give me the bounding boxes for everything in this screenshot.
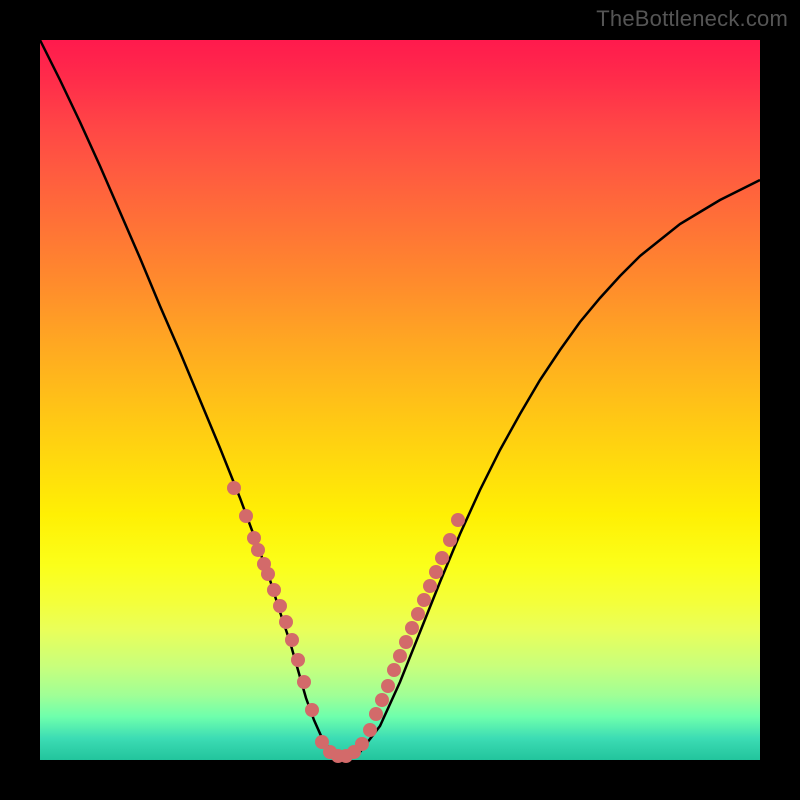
highlight-dot xyxy=(399,635,413,649)
highlight-dot xyxy=(355,737,369,751)
highlight-dot xyxy=(305,703,319,717)
plot-area xyxy=(40,40,760,760)
chart-svg xyxy=(40,40,760,760)
watermark-text: TheBottleneck.com xyxy=(596,6,788,32)
highlight-dot xyxy=(393,649,407,663)
highlight-dot xyxy=(285,633,299,647)
highlight-dot xyxy=(227,481,241,495)
highlight-dot xyxy=(279,615,293,629)
highlight-dot xyxy=(369,707,383,721)
highlight-dot xyxy=(247,531,261,545)
highlight-dots-bottom xyxy=(315,723,377,763)
highlight-dot xyxy=(411,607,425,621)
highlight-dot xyxy=(251,543,265,557)
chart-frame: TheBottleneck.com xyxy=(0,0,800,800)
highlight-dot xyxy=(435,551,449,565)
highlight-dot xyxy=(273,599,287,613)
highlight-dot xyxy=(375,693,389,707)
highlight-dots-right xyxy=(369,513,465,721)
highlight-dot xyxy=(443,533,457,547)
bottleneck-curve xyxy=(40,40,760,756)
highlight-dot xyxy=(363,723,377,737)
highlight-dot xyxy=(405,621,419,635)
highlight-dot xyxy=(239,509,253,523)
highlight-dot xyxy=(291,653,305,667)
highlight-dot xyxy=(423,579,437,593)
highlight-dot xyxy=(417,593,431,607)
highlight-dot xyxy=(267,583,281,597)
highlight-dots-left xyxy=(227,481,319,717)
highlight-dot xyxy=(261,567,275,581)
highlight-dot xyxy=(297,675,311,689)
highlight-dot xyxy=(451,513,465,527)
highlight-dot xyxy=(429,565,443,579)
highlight-dot xyxy=(387,663,401,677)
highlight-dot xyxy=(381,679,395,693)
